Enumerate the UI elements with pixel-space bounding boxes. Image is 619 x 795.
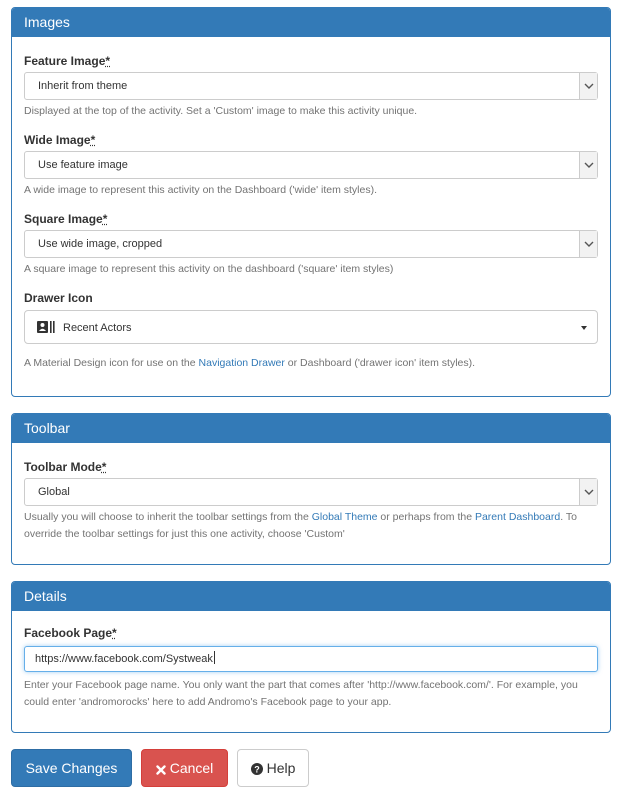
wide-image-select-value: Use feature image: [38, 159, 128, 171]
feature-image-label: Feature Image*: [24, 54, 111, 68]
square-image-select-value: Use wide image, cropped: [38, 238, 163, 250]
chevron-down-icon: [579, 479, 597, 505]
caret-down-icon: [581, 326, 587, 330]
toolbar-mode-label: Toolbar Mode*: [24, 460, 107, 474]
details-panel-title: Details: [12, 582, 610, 611]
square-image-field: Square Image* Use wide image, cropped A …: [24, 212, 598, 282]
chevron-down-icon: [579, 152, 597, 178]
images-panel-title: Images: [12, 8, 610, 37]
drawer-icon-help: A Material Design icon for use on the Na…: [24, 357, 476, 369]
facebook-page-field: Facebook Page* https://www.facebook.com/…: [24, 626, 598, 721]
close-icon: [156, 760, 170, 776]
wide-image-help: A wide image to represent this activity …: [24, 184, 378, 196]
square-image-label: Square Image*: [24, 212, 108, 226]
images-panel: Images Feature Image* Inherit from theme…: [11, 7, 611, 397]
parent-dashboard-link[interactable]: Parent Dashboard: [475, 511, 560, 523]
feature-image-select[interactable]: Inherit from theme: [24, 72, 598, 100]
cancel-button-label: Cancel: [169, 760, 214, 776]
wide-image-label: Wide Image*: [24, 133, 96, 147]
wide-image-select[interactable]: Use feature image: [24, 151, 598, 179]
wide-image-field: Wide Image* Use feature image A wide ima…: [24, 133, 598, 203]
required-mark: *: [112, 626, 117, 640]
text-cursor: [213, 651, 215, 664]
square-image-select[interactable]: Use wide image, cropped: [24, 230, 598, 258]
help-button[interactable]: ? Help: [237, 749, 309, 787]
save-changes-button[interactable]: Save Changes: [11, 749, 132, 787]
feature-image-field: Feature Image* Inherit from theme Displa…: [24, 54, 598, 124]
required-mark: *: [102, 212, 108, 226]
toolbar-panel: Toolbar Toolbar Mode* Global Usually you…: [11, 413, 611, 565]
required-mark: *: [90, 133, 96, 147]
required-mark: *: [105, 54, 111, 68]
facebook-page-input-value: https://www.facebook.com/Systweak: [35, 653, 213, 665]
toolbar-mode-select[interactable]: Global: [24, 478, 598, 506]
help-button-label: Help: [266, 760, 296, 776]
drawer-icon-field: Drawer Icon Recent Actors A Material Des…: [24, 291, 598, 381]
drawer-icon-select[interactable]: Recent Actors: [24, 310, 598, 344]
toolbar-mode-select-value: Global: [38, 486, 70, 498]
facebook-page-help: Enter your Facebook page name. You only …: [24, 679, 578, 708]
svg-text:?: ?: [254, 765, 260, 775]
toolbar-panel-title: Toolbar: [12, 414, 610, 443]
drawer-icon-select-value: Recent Actors: [63, 322, 132, 334]
feature-image-select-value: Inherit from theme: [38, 80, 128, 92]
question-circle-icon: ?: [250, 760, 267, 776]
chevron-down-icon: [579, 73, 597, 99]
square-image-help: A square image to represent this activit…: [24, 263, 394, 275]
facebook-page-input[interactable]: https://www.facebook.com/Systweak: [24, 646, 598, 672]
global-theme-link[interactable]: Global Theme: [312, 511, 378, 523]
cancel-button[interactable]: Cancel: [141, 749, 228, 787]
recent-actors-icon: [37, 320, 55, 338]
toolbar-mode-field: Toolbar Mode* Global Usually you will ch…: [24, 460, 598, 550]
chevron-down-icon: [579, 231, 597, 257]
navigation-drawer-link[interactable]: Navigation Drawer: [199, 357, 285, 369]
required-mark: *: [101, 460, 107, 474]
toolbar-mode-help: Usually you will choose to inherit the t…: [24, 511, 577, 540]
drawer-icon-label: Drawer Icon: [24, 291, 93, 305]
details-panel: Details Facebook Page* https://www.faceb…: [11, 581, 611, 733]
feature-image-help: Displayed at the top of the activity. Se…: [24, 105, 418, 117]
facebook-page-label: Facebook Page*: [24, 626, 117, 640]
